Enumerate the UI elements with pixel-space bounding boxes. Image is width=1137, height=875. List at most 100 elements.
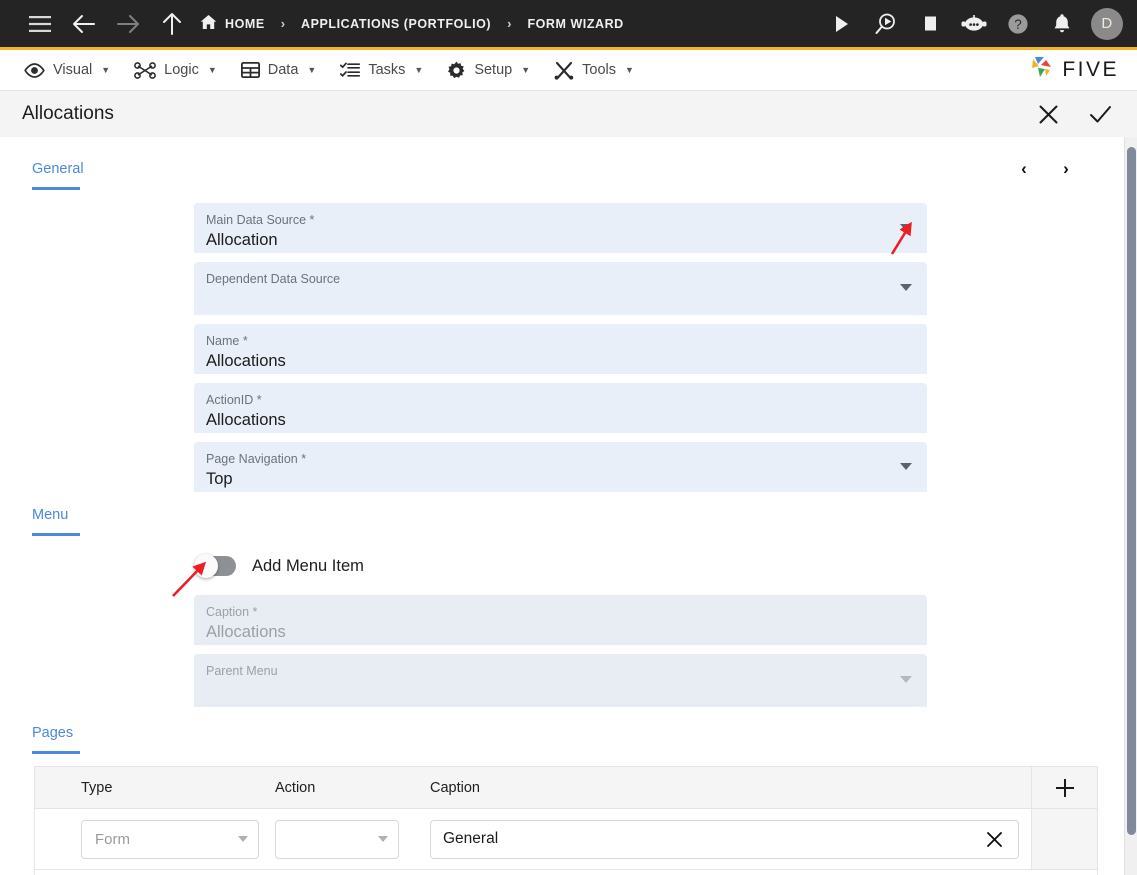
arrow-left-icon[interactable]: [62, 2, 106, 46]
menu-item-tasks[interactable]: Tasks ▼: [332, 50, 439, 90]
chevron-down-icon: ▼: [625, 65, 634, 75]
section-underline: [32, 751, 80, 754]
chevron-down-icon: [238, 836, 248, 842]
home-icon: [200, 14, 217, 33]
close-icon[interactable]: [1033, 99, 1063, 129]
field-name-value: Allocations: [206, 352, 286, 370]
hamburger-icon[interactable]: [18, 2, 62, 46]
scrollbar-thumb[interactable]: [1127, 147, 1136, 835]
title-bar-actions: [1033, 99, 1115, 129]
breadcrumb-separator: ›: [280, 16, 286, 31]
chevron-down-icon: [378, 836, 388, 842]
chevron-down-icon: ▼: [101, 65, 111, 75]
nav-controls: [18, 2, 194, 46]
stop-icon[interactable]: [911, 5, 949, 43]
field-dependent-data-source[interactable]: Dependent Data Source: [194, 262, 927, 315]
chevron-down-icon[interactable]: [900, 676, 912, 683]
menu-fields: Caption * Allocations Parent Menu: [194, 595, 927, 716]
svg-text:?: ?: [1014, 17, 1022, 32]
checkmark-icon[interactable]: [1085, 99, 1115, 129]
chevron-down-icon: ▼: [307, 65, 317, 75]
eye-icon: [24, 62, 45, 78]
chevron-down-icon[interactable]: [900, 463, 912, 470]
menu-item-label: Tasks: [368, 62, 406, 78]
field-main-data-source[interactable]: Main Data Source * Allocation: [194, 203, 927, 253]
field-parent-menu[interactable]: Parent Menu: [194, 654, 927, 707]
page-type-select[interactable]: Form: [81, 819, 259, 859]
clear-caption-icon[interactable]: [982, 827, 1006, 851]
gear-icon: [447, 61, 466, 80]
next-record-button[interactable]: ›: [1054, 157, 1078, 181]
record-pager: ‹ ›: [1012, 157, 1078, 181]
five-logo-mark: [1029, 55, 1057, 86]
breadcrumb-home-label: HOME: [225, 16, 265, 31]
menu-item-label: Data: [267, 62, 299, 78]
breadcrumb: HOME › APPLICATIONS (PORTFOLIO) › FORM W…: [200, 14, 624, 33]
column-header-action: Action: [275, 779, 316, 796]
column-header-type: Type: [81, 779, 113, 796]
arrow-right-icon[interactable]: [106, 2, 150, 46]
menu-item-label: Setup: [474, 62, 513, 78]
toggle-knob: [194, 554, 218, 578]
breadcrumb-separator: ›: [507, 16, 512, 31]
add-page-row-button[interactable]: [1031, 767, 1097, 808]
pages-table-header: Type Action Caption: [35, 767, 1097, 809]
section-label-general: General: [32, 161, 84, 190]
field-page-navigation[interactable]: Page Navigation * Top: [194, 442, 927, 492]
chevron-down-icon: ▼: [207, 65, 217, 75]
field-caption[interactable]: Caption * Allocations: [194, 595, 927, 645]
field-action-id-value: Allocations: [206, 411, 286, 429]
add-menu-item-toggle[interactable]: [194, 554, 236, 578]
chevron-down-icon: ▼: [521, 65, 531, 75]
menu-item-logic[interactable]: Logic ▼: [126, 50, 233, 90]
menu-item-tools[interactable]: Tools ▼: [546, 50, 650, 90]
add-menu-item-row: Add Menu Item: [194, 554, 364, 578]
section-underline: [32, 187, 80, 190]
add-menu-item-label: Add Menu Item: [252, 556, 364, 575]
breadcrumb-form-wizard[interactable]: FORM WIZARD: [527, 17, 623, 31]
topbar-actions: ? D: [823, 5, 1123, 43]
pages-table: Type Action Caption Form General: [34, 766, 1098, 875]
column-header-caption: Caption: [430, 779, 480, 796]
field-caption-value: Allocations: [206, 623, 286, 641]
menu-item-label: Logic: [164, 62, 199, 78]
top-navigation-bar: HOME › APPLICATIONS (PORTFOLIO) › FORM W…: [0, 0, 1137, 50]
field-name[interactable]: Name * Allocations: [194, 324, 927, 374]
breadcrumb-home[interactable]: HOME: [200, 14, 265, 33]
previous-record-button[interactable]: ‹: [1012, 157, 1036, 181]
chevron-down-icon[interactable]: [900, 284, 912, 291]
page-caption-input[interactable]: General: [430, 819, 1019, 859]
play-icon[interactable]: [823, 5, 861, 43]
table-row: Form General: [35, 809, 1097, 870]
section-label-menu: Menu: [32, 507, 80, 536]
menu-item-visual[interactable]: Visual ▼: [16, 50, 126, 90]
arrow-up-icon[interactable]: [150, 2, 194, 46]
five-logo: FIVE: [1029, 55, 1123, 86]
menu-item-data[interactable]: Data ▼: [233, 50, 333, 90]
vertical-scrollbar[interactable]: [1124, 137, 1137, 875]
notifications-bell-icon[interactable]: [1043, 5, 1081, 43]
tools-icon: [554, 61, 574, 80]
form-content-area: ‹ › General Main Data Source * Allocatio…: [0, 137, 1137, 875]
menu-item-label: Tools: [582, 62, 616, 78]
menu-item-label: Visual: [53, 62, 93, 78]
page-action-select[interactable]: [275, 819, 399, 859]
row-actions-cell: [1031, 809, 1097, 869]
chevron-down-icon: ▼: [414, 65, 424, 75]
application-menu-bar: Visual ▼ Logic ▼ Data ▼ Tasks ▼ Setup ▼ …: [0, 50, 1137, 91]
form-title-bar: Allocations: [0, 91, 1137, 138]
chevron-down-icon[interactable]: [900, 224, 912, 231]
breadcrumb-applications[interactable]: APPLICATIONS (PORTFOLIO): [301, 17, 491, 31]
page-title: Allocations: [22, 103, 114, 124]
nodes-icon: [134, 61, 157, 79]
menu-item-setup[interactable]: Setup ▼: [439, 50, 546, 90]
general-fields: Main Data Source * Allocation Dependent …: [194, 203, 927, 501]
chat-bot-icon[interactable]: [955, 5, 993, 43]
five-logo-text: FIVE: [1062, 58, 1119, 81]
page-type-value: Form: [95, 830, 130, 848]
field-action-id[interactable]: ActionID * Allocations: [194, 383, 927, 433]
page-caption-value: General: [443, 830, 499, 847]
search-play-icon[interactable]: [867, 5, 905, 43]
help-icon[interactable]: ?: [999, 5, 1037, 43]
avatar[interactable]: D: [1091, 7, 1123, 40]
